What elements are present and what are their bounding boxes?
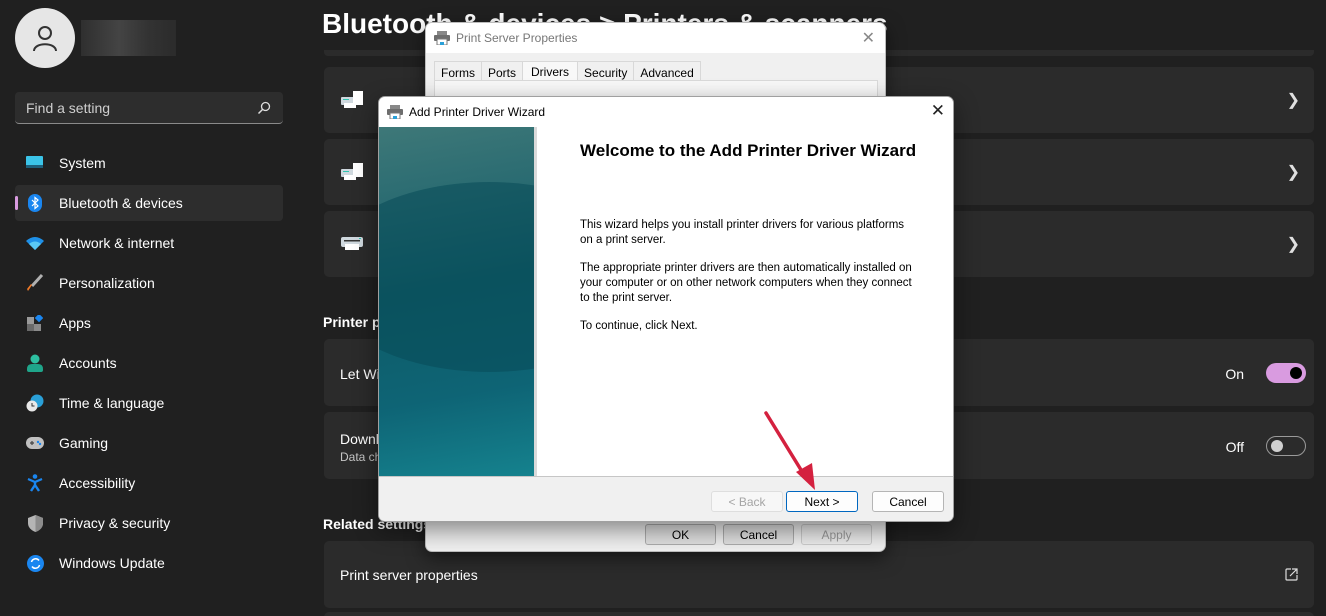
user-name-blurred bbox=[81, 20, 176, 56]
apps-icon bbox=[26, 314, 44, 332]
sidebar-item-time-language[interactable]: Time & language bbox=[15, 385, 283, 421]
ok-button[interactable]: OK bbox=[645, 524, 716, 545]
gamepad-icon bbox=[26, 434, 44, 452]
psp-button-row: OK Cancel Apply bbox=[645, 524, 872, 545]
back-button[interactable]: < Back bbox=[711, 491, 783, 512]
wizard-close-button[interactable]: ✕ bbox=[931, 101, 945, 121]
toggle-state-on: On bbox=[1225, 366, 1244, 382]
sidebar-item-label: System bbox=[59, 155, 106, 171]
wizard-footer: < Back Next > Cancel bbox=[379, 476, 953, 521]
search-icon[interactable] bbox=[257, 101, 271, 115]
bluetooth-icon bbox=[26, 194, 44, 212]
wizard-paragraph-2: The appropriate printer drivers are then… bbox=[580, 262, 912, 304]
settings-window: System Bluetooth & devices Network & int… bbox=[0, 0, 1326, 616]
apply-button[interactable]: Apply bbox=[801, 524, 872, 545]
sidebar-item-windows-update[interactable]: Windows Update bbox=[15, 545, 283, 581]
sidebar-item-label: Windows Update bbox=[59, 555, 165, 571]
psp-close-button[interactable]: ✕ bbox=[862, 28, 875, 48]
chevron-right-icon: ❯ bbox=[1286, 236, 1300, 253]
printer-icon bbox=[387, 104, 403, 119]
annotation-arrow-icon bbox=[764, 411, 815, 490]
next-button[interactable]: Next > bbox=[786, 491, 858, 512]
sidebar-item-apps[interactable]: Apps bbox=[15, 305, 283, 341]
sidebar-item-label: Time & language bbox=[59, 395, 165, 411]
psp-titlebar: Print Server Properties bbox=[426, 23, 885, 53]
wizard-titlebar: Add Printer Driver Wizard bbox=[379, 97, 953, 126]
sidebar-item-accessibility[interactable]: Accessibility bbox=[15, 465, 283, 501]
sidebar-item-label: Accessibility bbox=[59, 475, 136, 491]
wizard-heading: Welcome to the Add Printer Driver Wizard bbox=[580, 141, 917, 160]
sidebar-item-network[interactable]: Network & internet bbox=[15, 225, 283, 261]
add-printer-driver-wizard: Add Printer Driver Wizard ✕ Welcome to t… bbox=[378, 96, 954, 522]
printer-fax-icon bbox=[341, 91, 363, 108]
update-icon bbox=[26, 554, 44, 572]
wizard-title: Add Printer Driver Wizard bbox=[409, 104, 546, 119]
time-language-icon bbox=[26, 394, 44, 412]
sidebar-item-label: Accounts bbox=[59, 355, 117, 371]
brush-icon bbox=[26, 274, 44, 292]
print-server-properties-label: Print server properties bbox=[340, 567, 478, 583]
chevron-right-icon: ❯ bbox=[1286, 164, 1300, 181]
next-card-edge bbox=[324, 612, 1314, 616]
search-input[interactable] bbox=[26, 99, 257, 116]
let-windows-manage-toggle[interactable] bbox=[1266, 363, 1306, 383]
wizard-cancel-button[interactable]: Cancel bbox=[872, 491, 944, 512]
sidebar-item-personalization[interactable]: Personalization bbox=[15, 265, 283, 301]
sidebar-item-bluetooth-devices[interactable]: Bluetooth & devices bbox=[15, 185, 283, 221]
wifi-icon bbox=[26, 234, 44, 252]
wizard-paragraph-3: To continue, click Next. bbox=[580, 320, 698, 332]
sidebar-item-accounts[interactable]: Accounts bbox=[15, 345, 283, 381]
search-box[interactable] bbox=[15, 92, 283, 124]
sidebar-item-label: Personalization bbox=[59, 275, 155, 291]
printer-fax-icon bbox=[341, 163, 363, 180]
psp-cancel-button[interactable]: Cancel bbox=[723, 524, 794, 545]
sidebar-item-label: Privacy & security bbox=[59, 515, 171, 531]
printer-icon bbox=[434, 31, 450, 45]
account-icon bbox=[26, 354, 44, 372]
sidebar-item-label: Network & internet bbox=[59, 235, 175, 251]
sidebar-item-gaming[interactable]: Gaming bbox=[15, 425, 283, 461]
system-icon bbox=[26, 154, 44, 172]
sidebar-item-label: Gaming bbox=[59, 435, 109, 451]
psp-title: Print Server Properties bbox=[456, 31, 578, 45]
sidebar-nav: System Bluetooth & devices Network & int… bbox=[15, 145, 283, 585]
accessibility-icon bbox=[26, 474, 44, 492]
toggle-state-off: Off bbox=[1225, 439, 1244, 455]
sidebar-item-privacy[interactable]: Privacy & security bbox=[15, 505, 283, 541]
sidebar-item-label: Apps bbox=[59, 315, 91, 331]
user-avatar[interactable] bbox=[15, 8, 75, 68]
wizard-side-banner bbox=[379, 127, 537, 476]
sidebar-item-label: Bluetooth & devices bbox=[59, 195, 183, 211]
metered-download-toggle[interactable] bbox=[1266, 436, 1306, 456]
chevron-right-icon: ❯ bbox=[1286, 92, 1300, 109]
printer-icon bbox=[341, 237, 363, 250]
external-link-icon bbox=[1285, 568, 1298, 581]
person-icon bbox=[33, 26, 57, 52]
shield-icon bbox=[26, 514, 44, 532]
sidebar-item-system[interactable]: System bbox=[15, 145, 283, 181]
wizard-paragraph-1: This wizard helps you install printer dr… bbox=[580, 219, 905, 246]
